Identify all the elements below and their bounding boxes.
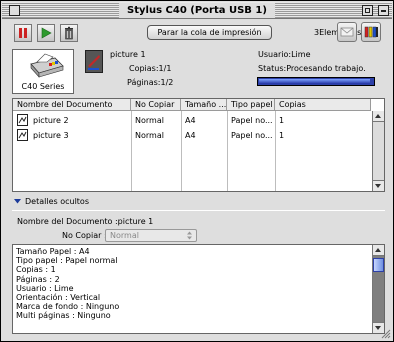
- scroll-up-arrow[interactable]: [373, 111, 384, 122]
- current-job-user: Usuario:Lime: [258, 50, 311, 59]
- column-header-name[interactable]: Nombre del Documento: [13, 99, 131, 111]
- detail-line: Usuario : Lime: [16, 283, 74, 293]
- stop-queue-button[interactable]: Parar la cola de impresión: [147, 25, 272, 40]
- play-icon: [41, 27, 52, 39]
- details-scrollbar[interactable]: [372, 245, 384, 333]
- resume-button[interactable]: [37, 24, 55, 42]
- collapse-box[interactable]: [378, 5, 389, 16]
- queue-table: Nombre del Documento No Copiar Tamaño ..…: [12, 98, 385, 192]
- row-paper-type: Papel no...: [231, 131, 273, 140]
- pause-icon: [19, 28, 27, 38]
- current-document-name: picture 1: [110, 50, 146, 59]
- detail-document-name: Nombre del Documento :picture 1: [17, 217, 154, 226]
- delete-job-button[interactable]: [60, 24, 78, 42]
- current-job-copies: Copias:1/1: [129, 64, 172, 73]
- row-no-copy: Normal: [135, 116, 164, 125]
- row-no-copy: Normal: [135, 131, 164, 140]
- current-job-pages: Páginas:1/2: [127, 78, 174, 87]
- column-header-paper-type[interactable]: Tipo papel: [227, 99, 275, 111]
- document-icon: [17, 114, 28, 126]
- detail-line: Tipo papel : Papel normal: [16, 256, 118, 266]
- document-icon: [85, 50, 103, 73]
- divider: [12, 210, 385, 211]
- queue-scrollbar[interactable]: [372, 111, 384, 191]
- detail-line: Tamaño Papel : A4: [16, 247, 90, 256]
- detail-line: Copias : 1: [16, 265, 56, 275]
- document-thumbnail: [85, 50, 103, 73]
- detail-line: Marca de fondo : Ninguno: [16, 302, 120, 312]
- no-copy-select[interactable]: Normal: [105, 229, 197, 242]
- printer-panel: C40 Series: [12, 49, 74, 94]
- row-paper-type: Papel no...: [231, 116, 273, 125]
- pause-button[interactable]: [14, 24, 32, 42]
- details-toggle-label[interactable]: Detalles ocultos: [25, 197, 89, 207]
- row-document-name: picture 3: [33, 131, 69, 140]
- disclosure-triangle-icon[interactable]: [13, 197, 22, 205]
- no-copy-select-value: Normal: [110, 231, 139, 240]
- printer-model-label: C40 Series: [21, 82, 65, 91]
- details-list: Tamaño Papel : A4 Tipo papel : Papel nor…: [16, 247, 119, 321]
- row-size: A4: [185, 131, 196, 140]
- column-header-size[interactable]: Tamaño ...: [181, 99, 227, 111]
- envelope-icon: [340, 27, 354, 37]
- print-queue-window: Stylus C40 (Porta USB 1) Parar la cola d…: [0, 0, 394, 342]
- detail-line: Páginas : 2: [16, 274, 60, 284]
- envelope-button[interactable]: [337, 22, 357, 42]
- scroll-thumb[interactable]: [373, 258, 384, 272]
- ink-levels-button[interactable]: [361, 22, 381, 42]
- no-copy-label: No Copiar :: [62, 231, 107, 240]
- scroll-down-arrow[interactable]: [373, 180, 384, 191]
- resize-grip-icon[interactable]: [380, 328, 391, 339]
- chevron-updown-icon: [187, 231, 192, 240]
- row-copies: 1: [279, 116, 285, 125]
- column-header-copies[interactable]: Copias: [275, 99, 371, 111]
- ink-cartridges-icon: [364, 26, 378, 38]
- row-size: A4: [185, 116, 196, 125]
- title-bar[interactable]: Stylus C40 (Porta USB 1): [2, 2, 392, 19]
- detail-line: Multi páginas : Ninguno: [16, 311, 111, 321]
- document-icon: [17, 129, 28, 141]
- print-progress-bar: [257, 77, 375, 86]
- print-progress-fill: [259, 79, 370, 84]
- current-job-status: Status:Procesando trabajo.: [258, 64, 366, 73]
- printer-icon: [30, 53, 64, 78]
- zoom-box[interactable]: [362, 5, 373, 16]
- row-document-name: picture 2: [33, 116, 69, 125]
- column-header-no-copy[interactable]: No Copiar: [131, 99, 181, 111]
- detail-line: Orientación : Vertical: [16, 293, 101, 303]
- trash-icon: [65, 26, 73, 40]
- details-text-area[interactable]: Tamaño Papel : A4 Tipo papel : Papel nor…: [12, 244, 385, 334]
- close-box[interactable]: [9, 5, 20, 16]
- scroll-up-arrow[interactable]: [373, 245, 384, 256]
- window-title: Stylus C40 (Porta USB 1): [119, 3, 275, 18]
- row-copies: 1: [279, 131, 285, 140]
